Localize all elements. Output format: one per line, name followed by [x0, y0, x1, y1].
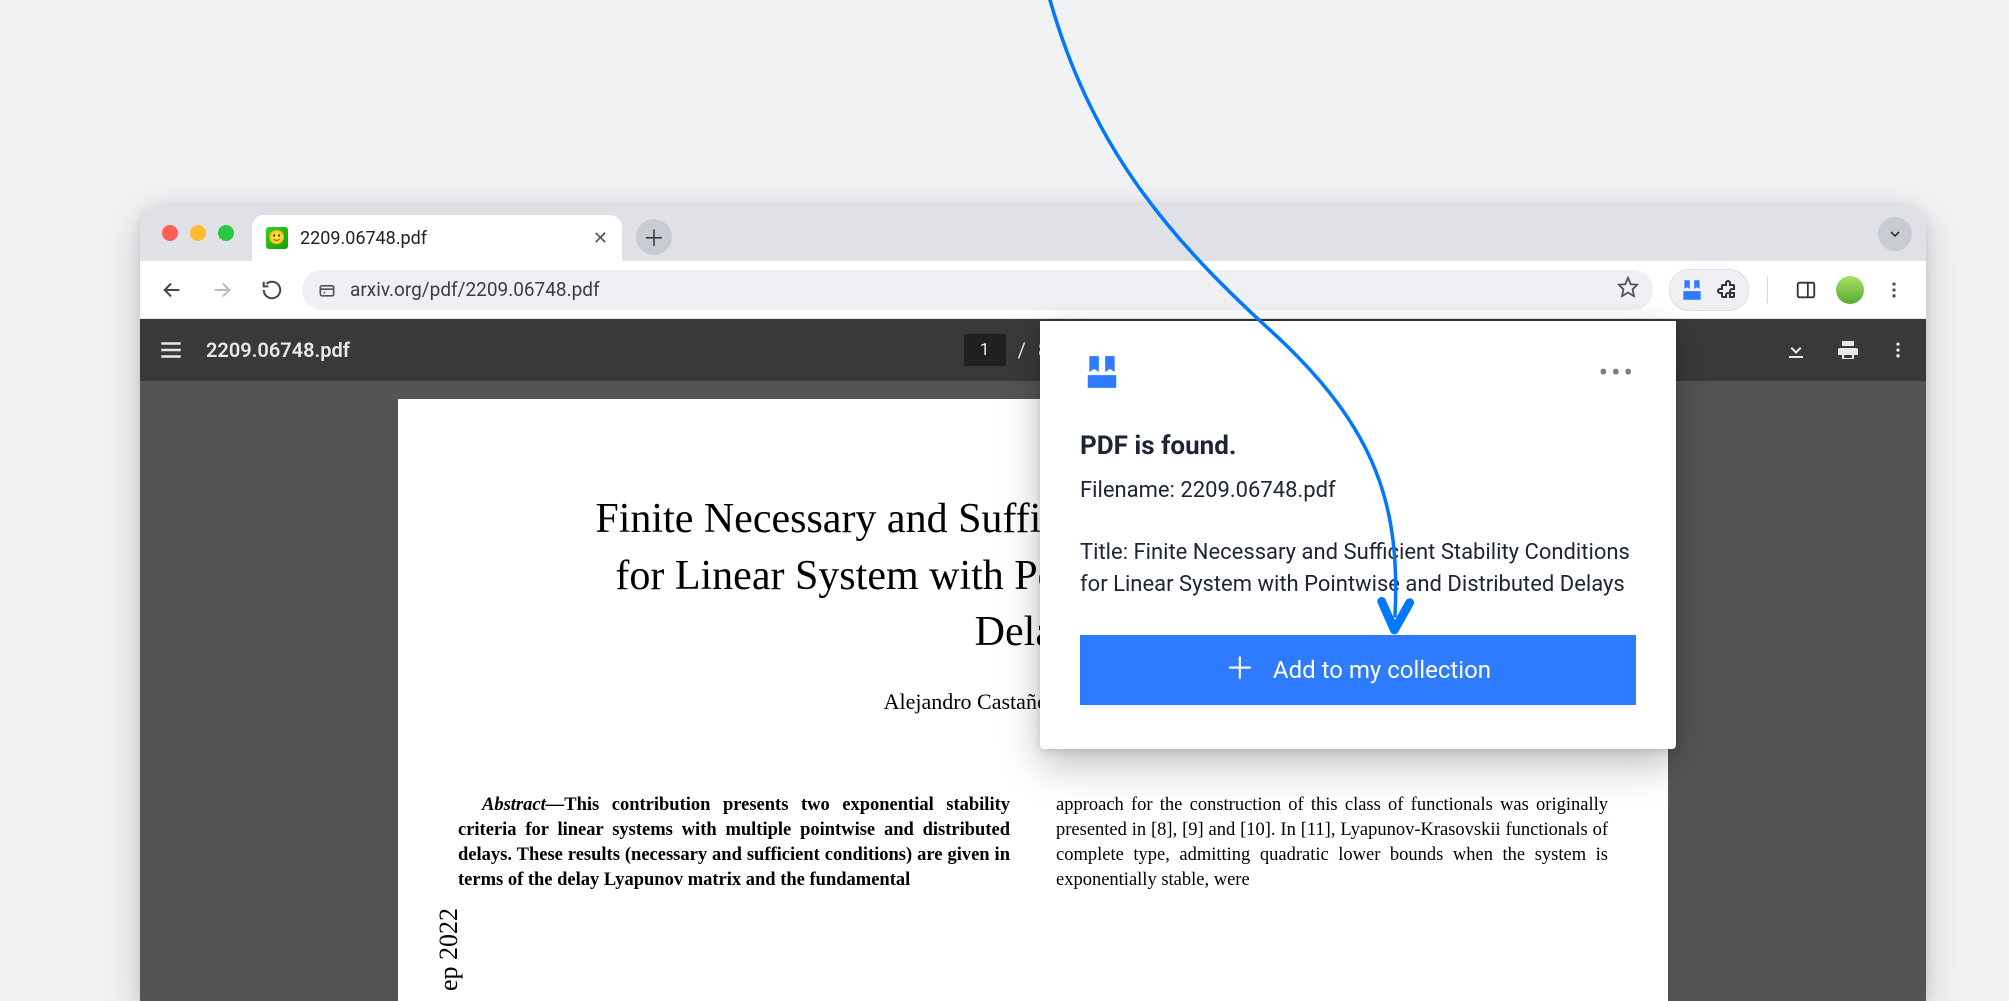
pdf-current-page[interactable]: 1 [964, 334, 1006, 366]
extension-pill [1669, 269, 1749, 311]
pdf-page-sep: / [1018, 338, 1026, 362]
paper-body: Abstract—This contribution presents two … [458, 793, 1608, 893]
arxiv-date-stamp: ep 2022 [434, 908, 464, 991]
download-icon[interactable] [1784, 338, 1808, 362]
window-minimize-button[interactable] [190, 225, 206, 241]
paper-col-right: approach for the construction of this cl… [1056, 793, 1608, 893]
tab-title: 2209.06748.pdf [300, 228, 427, 249]
extensions-group [1669, 269, 1749, 311]
site-info-icon[interactable] [316, 279, 338, 301]
pdf-filename: 2209.06748.pdf [206, 338, 350, 362]
browser-toolbar: arxiv.org/pdf/2209.06748.pdf [140, 261, 1926, 319]
url-text: arxiv.org/pdf/2209.06748.pdf [350, 278, 600, 301]
popup-filename-line: Filename: 2209.06748.pdf [1080, 475, 1636, 507]
browser-menu-button[interactable] [1874, 270, 1914, 310]
window-close-button[interactable] [162, 225, 178, 241]
add-button-label: Add to my collection [1273, 656, 1491, 684]
forward-button[interactable] [202, 270, 242, 310]
browser-tab[interactable]: 🙂 2209.06748.pdf ✕ [252, 215, 622, 261]
extensions-puzzle-icon[interactable] [1710, 274, 1742, 306]
tab-favicon: 🙂 [266, 227, 288, 249]
pdf-menu-button[interactable] [1888, 340, 1908, 360]
pdf-sidebar-toggle[interactable] [158, 337, 184, 363]
print-icon[interactable] [1836, 338, 1860, 362]
pdf-right-controls [1784, 338, 1908, 362]
reload-button[interactable] [252, 270, 292, 310]
paper-col-left: Abstract—This contribution presents two … [458, 793, 1010, 893]
tab-strip: 🙂 2209.06748.pdf ✕ ＋ [140, 205, 1926, 261]
plus-icon: ＋ [1225, 655, 1255, 685]
bookmark-star-icon[interactable] [1617, 276, 1639, 303]
extension-logo-icon [1080, 353, 1124, 391]
add-to-collection-button[interactable]: ＋ Add to my collection [1080, 635, 1636, 705]
tab-close-button[interactable]: ✕ [593, 228, 608, 249]
address-bar[interactable]: arxiv.org/pdf/2209.06748.pdf [302, 270, 1653, 310]
popup-menu-button[interactable]: ••• [1599, 356, 1636, 389]
collection-extension-icon[interactable] [1676, 274, 1708, 306]
popup-title-line: Title: Finite Necessary and Sufficient S… [1080, 537, 1636, 601]
browser-window: 🙂 2209.06748.pdf ✕ ＋ [140, 205, 1926, 1001]
profile-avatar[interactable] [1836, 276, 1864, 304]
extension-popup: ••• PDF is found. Filename: 2209.06748.p… [1040, 321, 1676, 749]
side-panel-icon[interactable] [1786, 270, 1826, 310]
back-button[interactable] [152, 270, 192, 310]
toolbar-divider [1767, 277, 1768, 303]
window-maximize-button[interactable] [218, 225, 234, 241]
new-tab-button[interactable]: ＋ [636, 219, 672, 255]
tab-overflow-button[interactable] [1878, 217, 1912, 251]
popup-heading: PDF is found. [1080, 431, 1636, 461]
window-controls [162, 225, 234, 241]
outer-card: 🙂 2209.06748.pdf ✕ ＋ [28, 0, 1981, 990]
